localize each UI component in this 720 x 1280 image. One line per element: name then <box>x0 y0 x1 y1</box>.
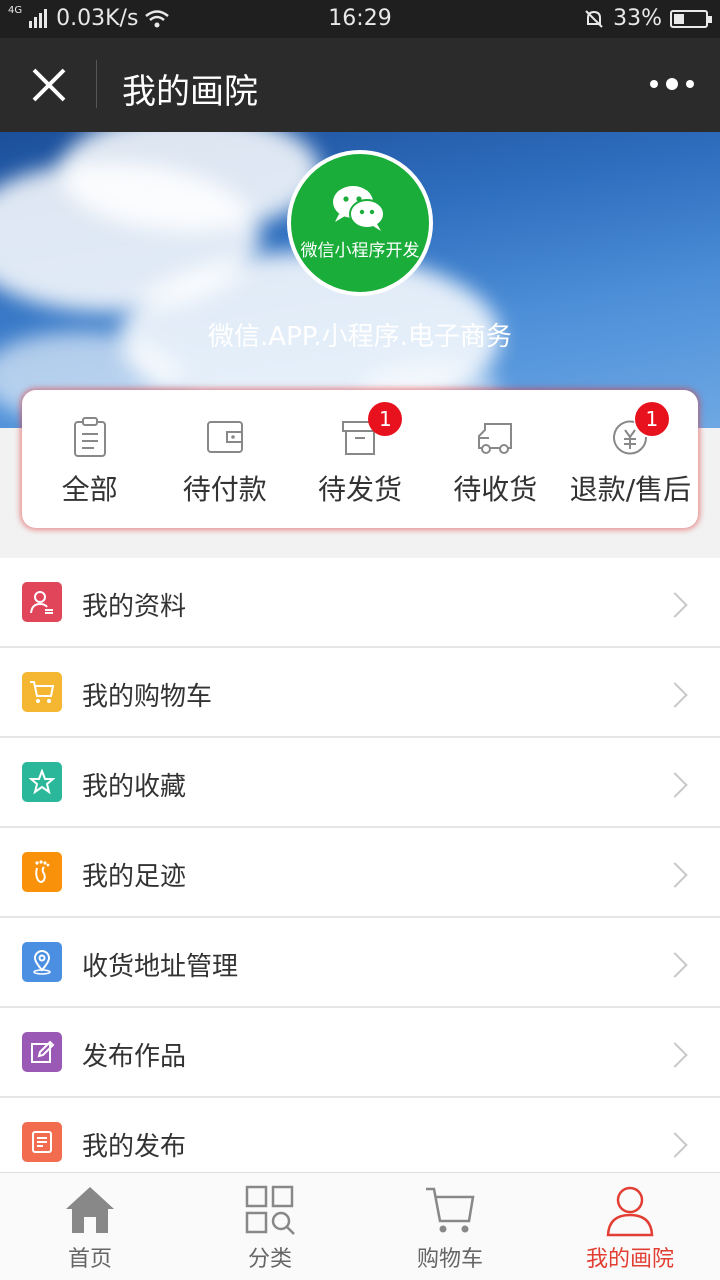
chevron-right-icon <box>662 1132 688 1158</box>
order-refund-aftersale-label: 退款/售后 <box>569 473 692 506</box>
order-refund-aftersale[interactable]: 退款/售后 1 <box>563 390 698 528</box>
wechat-logo-icon <box>333 186 385 231</box>
menu-item-label: 发布作品 <box>82 1042 187 1072</box>
tab-cart[interactable]: 购物车 <box>360 1173 540 1280</box>
status-right: 33% <box>583 6 712 31</box>
document-icon <box>22 1122 62 1162</box>
menu-item-label: 我的资料 <box>82 592 187 622</box>
home-icon <box>66 1187 114 1233</box>
chevron-right-icon <box>662 952 688 978</box>
menu-item-publish[interactable]: 发布作品 <box>0 1008 720 1098</box>
order-all[interactable]: 全部 <box>22 390 157 528</box>
tab-category[interactable]: 分类 <box>180 1173 360 1280</box>
close-icon[interactable] <box>30 66 68 104</box>
menu-item-favorites[interactable]: 我的收藏 <box>0 738 720 828</box>
battery-icon <box>670 9 712 28</box>
wallet-icon <box>206 421 243 453</box>
chevron-right-icon <box>662 862 688 888</box>
title-divider <box>96 60 97 108</box>
user-icon <box>606 1186 654 1237</box>
menu-item-label: 收货地址管理 <box>82 952 239 982</box>
clipboard-icon <box>73 417 106 457</box>
menu-item-cart[interactable]: 我的购物车 <box>0 648 720 738</box>
category-icon <box>245 1185 295 1235</box>
chevron-right-icon <box>662 1042 688 1068</box>
tab-my-gallery-label: 我的画院 <box>585 1247 674 1272</box>
order-pending-payment[interactable]: 待付款 <box>157 390 292 528</box>
avatar-text: 微信小程序开发 <box>300 241 420 261</box>
order-pending-shipment-badge: 1 <box>368 402 403 436</box>
battery-fill <box>674 13 684 24</box>
menu-item-label: 我的足迹 <box>82 862 187 892</box>
avatar[interactable]: 微信小程序开发 <box>287 150 433 296</box>
chevron-right-icon <box>662 592 688 618</box>
chevron-right-icon <box>662 772 688 798</box>
bell-muted-icon <box>585 9 603 28</box>
more-dot-icon <box>666 78 678 90</box>
bottom-tab-bar: 首页 分类 购物车 我的画院 <box>0 1172 720 1280</box>
order-status-card: 全部 待付款 待发货 1 待收货 退款/售后 1 <box>22 390 698 528</box>
status-bar: 4G 0.03K/s 16:29 33% <box>0 0 720 38</box>
truck-icon <box>478 423 513 454</box>
tab-my-gallery[interactable]: 我的画院 <box>540 1173 720 1280</box>
more-dot-icon <box>650 80 658 88</box>
order-pending-shipment-label: 待发货 <box>318 473 403 506</box>
cart-icon <box>22 672 62 712</box>
order-refund-aftersale-badge: 1 <box>634 402 669 436</box>
profile-icon <box>22 582 62 622</box>
menu-item-profile[interactable]: 我的资料 <box>0 558 720 648</box>
order-pending-receipt[interactable]: 待收货 <box>428 390 563 528</box>
menu-item-label: 我的发布 <box>82 1132 187 1162</box>
edit-icon <box>22 1032 62 1072</box>
order-pending-payment-label: 待付款 <box>182 473 267 506</box>
menu-list: 我的资料 我的购物车 我的收藏 我的足迹 收货地址管理 发布作品 我的发布 <box>0 558 720 1188</box>
menu-item-footprints[interactable]: 我的足迹 <box>0 828 720 918</box>
menu-item-address[interactable]: 收货地址管理 <box>0 918 720 1008</box>
star-icon <box>22 762 62 802</box>
more-dot-icon <box>686 80 694 88</box>
tab-cart-label: 购物车 <box>416 1247 483 1272</box>
tab-category-label: 分类 <box>247 1247 292 1272</box>
tab-home-label: 首页 <box>67 1247 112 1272</box>
location-icon <box>22 942 62 982</box>
chevron-right-icon <box>662 682 688 708</box>
more-menu-button[interactable] <box>650 76 694 92</box>
menu-item-label: 我的购物车 <box>82 682 213 712</box>
cart-icon <box>426 1187 475 1233</box>
battery-percent: 33% <box>613 6 662 31</box>
profile-banner: 微信小程序开发 微信.APP.小程序.电子商务 <box>0 132 720 428</box>
footprint-icon <box>22 852 62 892</box>
order-all-label: 全部 <box>61 473 118 506</box>
page-title: 我的画院 <box>122 72 258 112</box>
title-bar: 我的画院 <box>0 38 720 132</box>
menu-item-label: 我的收藏 <box>82 772 187 802</box>
profile-subtitle: 微信.APP.小程序.电子商务 <box>208 322 512 352</box>
order-pending-shipment[interactable]: 待发货 1 <box>292 390 427 528</box>
order-pending-receipt-label: 待收货 <box>453 473 538 506</box>
tab-home[interactable]: 首页 <box>0 1173 180 1280</box>
